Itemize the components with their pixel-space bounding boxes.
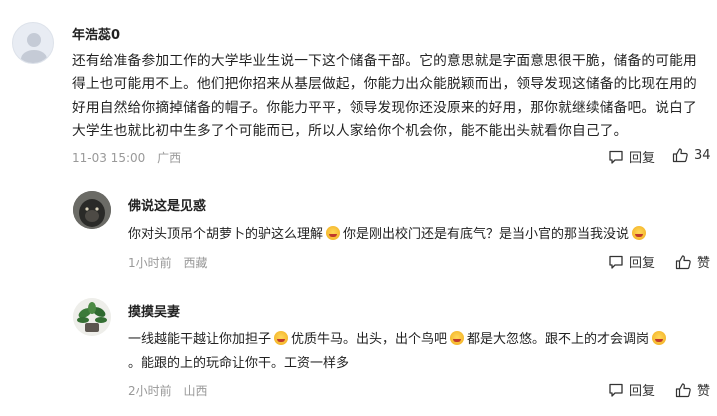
like-button[interactable]: 赞 — [675, 380, 710, 399]
location: 山西 — [183, 384, 208, 398]
default-avatar-icon — [21, 33, 47, 63]
comment-text-line: 还有给准备参加工作的大学毕业生说一下这个储备干部。它的意思就是字面意思很干脆，储… — [72, 53, 697, 69]
comment-text: 你对头顶吊个胡萝卜的驴这么理解 你是刚出校门还是有底气？是当小官的那当我没说 — [128, 223, 649, 242]
plant-avatar-icon — [73, 298, 111, 336]
location: 西藏 — [183, 256, 208, 270]
comment-item: 摸摸吴妻 一线越能干越让你加担子 优质牛马。出头，出个鸟吧 都是大忽悠。跟不上的才会… — [0, 290, 717, 416]
thumbs-up-icon — [672, 148, 688, 163]
like-button[interactable]: 赞 — [675, 252, 710, 271]
reply-label: 回复 — [629, 151, 656, 166]
like-button[interactable]: 34 — [672, 147, 711, 163]
timestamp: 1小时前 — [128, 256, 172, 270]
timestamp: 11-03 15:00 — [72, 151, 146, 165]
username[interactable]: 年浩蕊0 — [72, 24, 120, 43]
avatar[interactable] — [73, 298, 111, 336]
comment-text-part: 都是大忽悠。跟不上的才会调岗 — [467, 332, 650, 347]
reply-button[interactable]: 回复 — [608, 252, 655, 271]
reply-button[interactable]: 回复 — [608, 147, 655, 166]
comment-text-part: 一线越能干越让你加担子 — [128, 332, 272, 347]
comment-bubble-icon — [609, 150, 623, 164]
comment-meta: 1小时前 西藏 — [128, 254, 215, 271]
reply-label: 回复 — [629, 256, 656, 271]
comment-bubble-icon — [609, 255, 623, 269]
comment-text-line: 一线越能干越让你加担子 优质牛马。出头，出个鸟吧 都是大忽悠。跟不上的才会调岗 — [128, 328, 669, 347]
avatar[interactable] — [73, 191, 111, 229]
comment-text-part: 你是刚出校门还是有底气？是当小官的那当我没说 — [343, 227, 630, 242]
username[interactable]: 摸摸吴妻 — [128, 301, 180, 320]
timestamp: 2小时前 — [128, 384, 172, 398]
animal-avatar-icon — [73, 191, 111, 229]
reply-label: 回复 — [629, 384, 656, 399]
comment-item: 佛说这是见惑 你对头顶吊个胡萝卜的驴这么理解 你是刚出校门还是有底气？是当小官的那… — [0, 180, 717, 280]
comment-bubble-icon — [609, 383, 623, 397]
like-label: 赞 — [697, 384, 711, 399]
like-count: 34 — [694, 147, 711, 163]
comment-item: 年浩蕊0 还有给准备参加工作的大学毕业生说一下这个储备干部。它的意思就是字面意思… — [0, 0, 717, 170]
thumbs-up-icon — [675, 382, 691, 397]
laughing-emoji-icon — [652, 331, 667, 345]
comment-text-part: 优质牛马。出头，出个鸟吧 — [291, 332, 448, 347]
like-label: 赞 — [697, 256, 711, 271]
username[interactable]: 佛说这是见惑 — [128, 195, 206, 214]
comment-text-line: 大学生也就比初中生多了个可能而已，所以人家给你个机会你，能不能出头就看你自己了。 — [72, 123, 628, 139]
comment-text-line: 好用自然给你摘掉储备的帽子。你能力平平，领导发现你还没原来的好用，那你就继续储备… — [72, 100, 697, 116]
comment-text-line: 。能跟的上的玩命让你干。工资一样多 — [128, 356, 350, 371]
laughing-emoji-icon — [326, 226, 341, 240]
laughing-emoji-icon — [274, 331, 289, 345]
comment-text-line: 得上也可能用不上。他们把你招来从基层做起，你能力出众能脱颖而出，领导发现这储备的… — [72, 76, 697, 92]
location: 广西 — [157, 151, 182, 165]
comment-meta: 2小时前 山西 — [128, 382, 215, 399]
laughing-emoji-icon — [450, 331, 465, 345]
thumbs-up-icon — [675, 254, 691, 269]
avatar[interactable] — [12, 22, 54, 64]
laughing-emoji-icon — [632, 226, 647, 240]
comment-meta: 11-03 15:00 广西 — [72, 149, 189, 166]
comment-text-part: 你对头顶吊个胡萝卜的驴这么理解 — [128, 227, 324, 242]
reply-button[interactable]: 回复 — [608, 380, 655, 399]
